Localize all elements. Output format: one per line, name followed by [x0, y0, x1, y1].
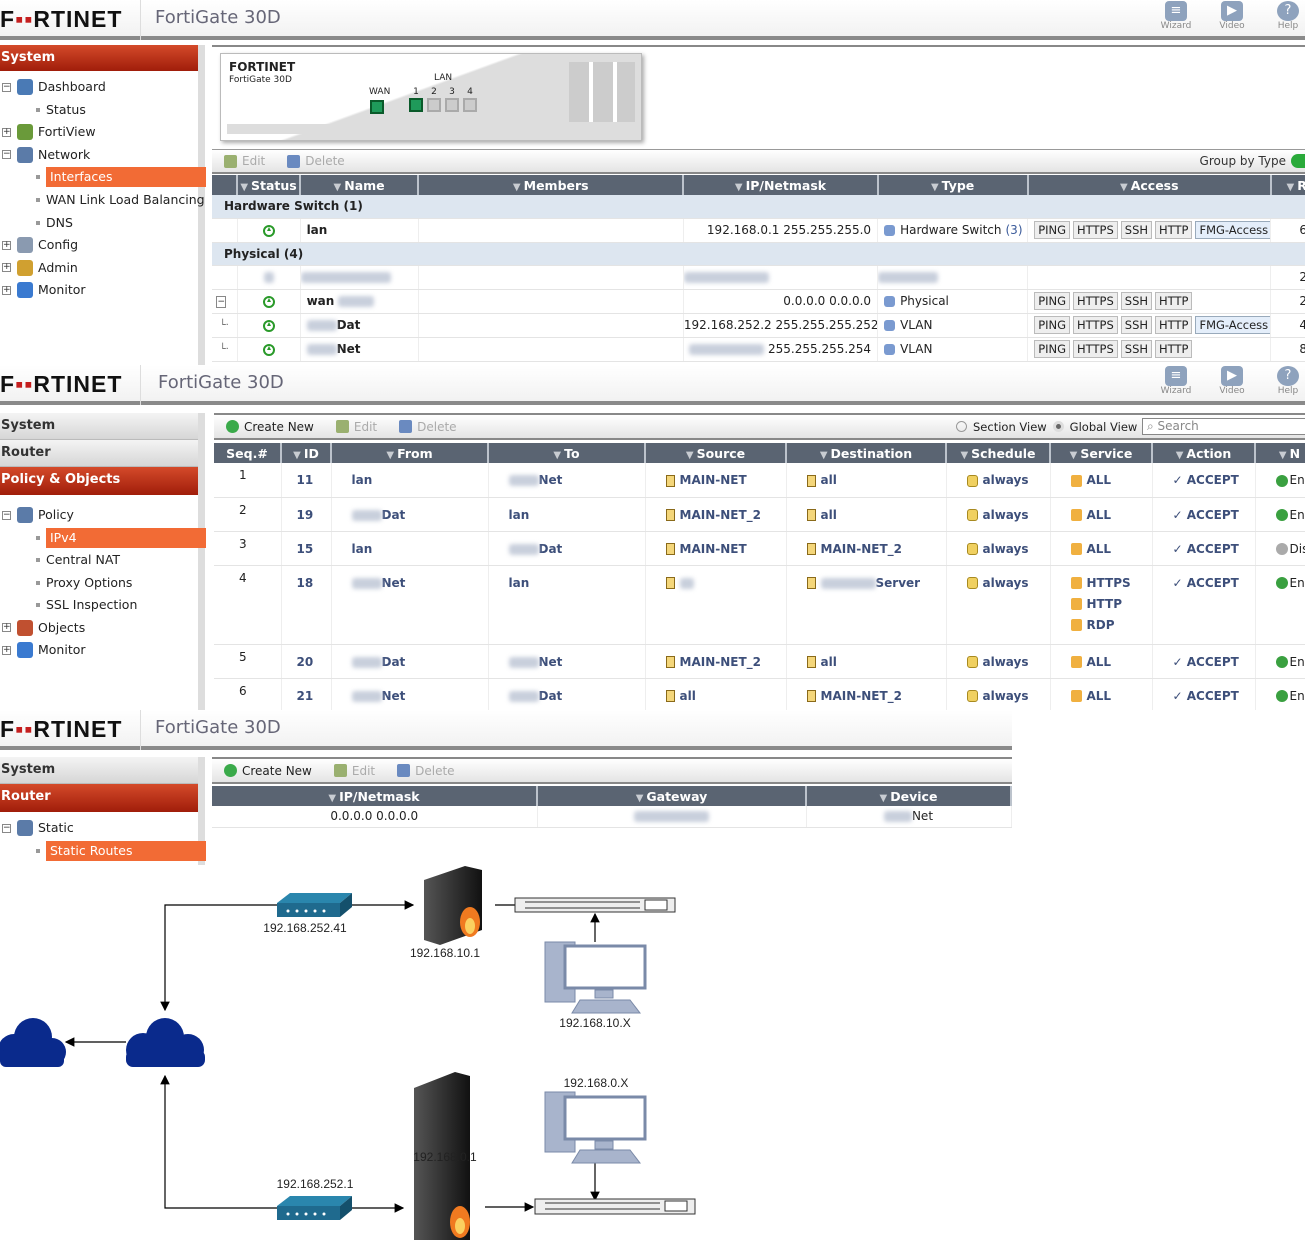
modem-top-icon [277, 893, 352, 917]
network-diagram: 192.168.252.41 192.168.10.1 192.168.10.X… [0, 866, 696, 1240]
modem-bottom-ip: 192.168.252.1 [277, 1177, 354, 1191]
internet-cloud-icon [126, 1018, 205, 1067]
modem-bottom-icon [277, 1196, 352, 1220]
pc-top-ip: 192.168.10.X [559, 1016, 630, 1030]
pc-top-icon [544, 941, 647, 1014]
firewall-top-ip: 192.168.10.1 [410, 946, 480, 960]
modem-top-ip: 192.168.252.41 [263, 921, 347, 935]
switch-bottom-icon [534, 1198, 696, 1215]
cloud-icon [0, 1018, 66, 1067]
firewall-top-icon [424, 866, 482, 945]
pc-bottom-ip: 192.168.0.X [564, 1076, 629, 1090]
pc-bottom-icon [544, 1091, 647, 1164]
firewall-bottom-ip: 192.168.0.1 [413, 1150, 477, 1164]
switch-top-icon [514, 897, 676, 913]
